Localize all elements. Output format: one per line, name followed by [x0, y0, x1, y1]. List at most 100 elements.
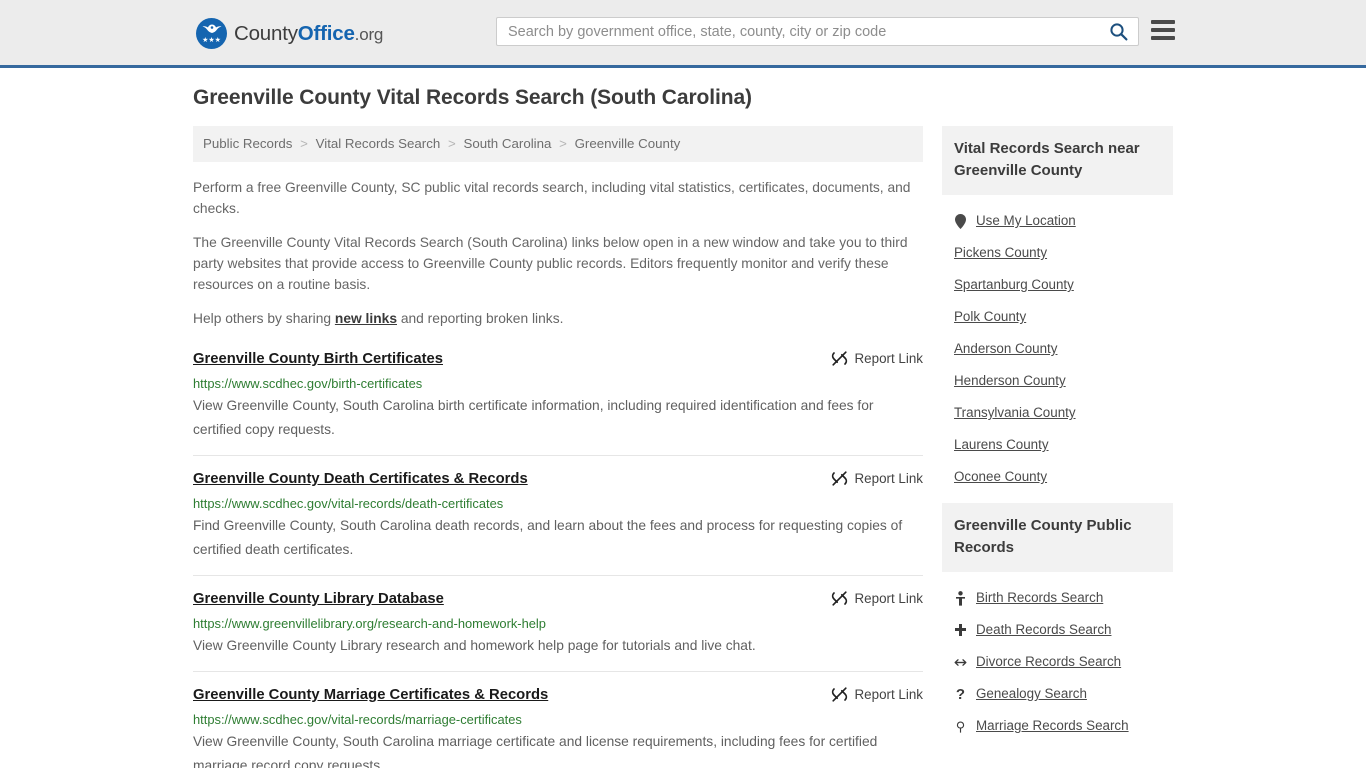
- use-my-location-row[interactable]: Use My Location: [942, 205, 1173, 237]
- broken-link-icon: [831, 591, 847, 606]
- result-title-link[interactable]: Greenville County Death Certificates & R…: [193, 469, 528, 489]
- eagle-seal-icon: ★★★: [196, 18, 227, 49]
- logo-text-county: County: [234, 21, 298, 45]
- nearby-county-link[interactable]: Oconee County: [954, 468, 1047, 486]
- result-item: Greenville County Death Certificates & R…: [193, 455, 923, 575]
- cross-icon: [954, 623, 967, 637]
- breadcrumb-item-3[interactable]: Greenville County: [575, 136, 681, 151]
- broken-link-icon: [831, 471, 847, 486]
- baby-icon: [954, 590, 967, 606]
- result-url: https://www.greenvillelibrary.org/resear…: [193, 616, 546, 631]
- result-item: Greenville County Birth Certificates Repo…: [193, 345, 923, 455]
- eagle-glyph: [202, 24, 221, 33]
- site-logo-text: CountyOffice.org: [234, 22, 383, 46]
- nearby-county-link[interactable]: Polk County: [954, 308, 1026, 326]
- nearby-county-link[interactable]: Henderson County: [954, 372, 1066, 390]
- question-mark-icon: ?: [955, 685, 966, 703]
- double-arrow-icon: [954, 657, 967, 668]
- broken-link-icon: [831, 351, 847, 366]
- nearby-county-row[interactable]: Henderson County: [942, 365, 1173, 397]
- result-title-link[interactable]: Greenville County Library Database: [193, 589, 444, 609]
- result-description: View Greenville County, South Carolina b…: [193, 398, 874, 437]
- report-link-button[interactable]: Report Link: [831, 469, 923, 487]
- site-logo[interactable]: ★★★ CountyOffice.org: [196, 18, 383, 49]
- hamburger-menu-icon[interactable]: [1151, 20, 1175, 40]
- result-description: Find Greenville County, South Carolina d…: [193, 518, 903, 557]
- report-link-label: Report Link: [854, 591, 923, 606]
- sidebar: Vital Records Search near Greenville Cou…: [942, 126, 1173, 752]
- nearby-county-link[interactable]: Transylvania County: [954, 404, 1076, 422]
- public-records-link[interactable]: Marriage Records Search: [976, 717, 1129, 735]
- gender-symbols-icon: ⚲: [955, 718, 966, 734]
- intro-paragraph-1: Perform a free Greenville County, SC pub…: [193, 180, 911, 216]
- nearby-searches-card: Vital Records Search near Greenville Cou…: [942, 126, 1173, 493]
- result-header: Greenville County Birth Certificates Repo…: [193, 349, 923, 369]
- result-item: Greenville County Marriage Certificates …: [193, 671, 923, 768]
- intro-p3-after: and reporting broken links.: [397, 311, 564, 326]
- search-button[interactable]: [1098, 18, 1138, 45]
- results-list: Greenville County Birth Certificates Repo…: [193, 345, 923, 768]
- nearby-county-row[interactable]: Laurens County: [942, 429, 1173, 461]
- nearby-county-link[interactable]: Laurens County: [954, 436, 1049, 454]
- nearby-county-row[interactable]: Anderson County: [942, 333, 1173, 365]
- report-link-button[interactable]: Report Link: [831, 685, 923, 703]
- stars-glyph: ★★★: [202, 37, 221, 44]
- nearby-counties-list: Pickens County Spartanburg County Polk Cou…: [942, 237, 1173, 493]
- result-header: Greenville County Death Certificates & R…: [193, 469, 923, 489]
- breadcrumb-item-2[interactable]: South Carolina: [463, 136, 551, 151]
- page-title: Greenville County Vital Records Search (…: [193, 86, 752, 109]
- report-link-label: Report Link: [854, 687, 923, 702]
- nearby-county-row[interactable]: Transylvania County: [942, 397, 1173, 429]
- breadcrumb: Public Records > Vital Records Search > …: [193, 126, 923, 162]
- public-records-link[interactable]: Death Records Search: [976, 621, 1111, 639]
- breadcrumb-item-0[interactable]: Public Records: [203, 136, 292, 151]
- intro-paragraph-2: The Greenville County Vital Records Sear…: [193, 235, 908, 292]
- intro-p3-before: Help others by sharing: [193, 311, 335, 326]
- search-input[interactable]: [497, 18, 1098, 45]
- site-header: ★★★ CountyOffice.org: [0, 0, 1366, 68]
- new-links-link[interactable]: new links: [335, 311, 397, 326]
- result-url: https://www.scdhec.gov/vital-records/mar…: [193, 712, 522, 727]
- nearby-county-link[interactable]: Anderson County: [954, 340, 1057, 358]
- main-column: Public Records > Vital Records Search > …: [193, 126, 923, 768]
- result-url: https://www.scdhec.gov/birth-certificate…: [193, 376, 423, 391]
- use-my-location-link[interactable]: Use My Location: [976, 212, 1076, 230]
- result-header: Greenville County Library Database Report…: [193, 589, 923, 609]
- nearby-searches-body: Use My Location Pickens County Spartanbur…: [942, 195, 1173, 493]
- logo-text-org: .org: [354, 24, 384, 44]
- breadcrumb-item-1[interactable]: Vital Records Search: [316, 136, 441, 151]
- nearby-county-link[interactable]: Spartanburg County: [954, 276, 1074, 294]
- public-records-row[interactable]: Divorce Records Search: [942, 646, 1173, 678]
- public-records-row[interactable]: Birth Records Search: [942, 582, 1173, 614]
- breadcrumb-separator-1: >: [447, 136, 456, 151]
- public-records-row[interactable]: ⚲ Marriage Records Search: [942, 710, 1173, 742]
- nearby-county-link[interactable]: Pickens County: [954, 244, 1047, 262]
- search-bar[interactable]: [496, 17, 1139, 46]
- hamburger-bar-2: [1151, 28, 1175, 32]
- map-pin-icon: [954, 213, 967, 229]
- public-records-link[interactable]: Divorce Records Search: [976, 653, 1121, 671]
- result-header: Greenville County Marriage Certificates …: [193, 685, 923, 705]
- result-url: https://www.scdhec.gov/vital-records/dea…: [193, 496, 504, 511]
- logo-text-office: Office: [297, 21, 355, 45]
- search-icon: [1109, 23, 1127, 41]
- result-description: View Greenville County Library research …: [193, 638, 756, 653]
- report-link-button[interactable]: Report Link: [831, 589, 923, 607]
- nearby-county-row[interactable]: Polk County: [942, 301, 1173, 333]
- nearby-county-row[interactable]: Oconee County: [942, 461, 1173, 493]
- report-link-label: Report Link: [854, 351, 923, 366]
- public-records-link[interactable]: Genealogy Search: [976, 685, 1087, 703]
- report-link-button[interactable]: Report Link: [831, 349, 923, 367]
- public-records-card: Greenville County Public Records Birth R…: [942, 503, 1173, 742]
- public-records-link[interactable]: Birth Records Search: [976, 589, 1103, 607]
- nearby-county-row[interactable]: Spartanburg County: [942, 269, 1173, 301]
- public-records-row[interactable]: ? Genealogy Search: [942, 678, 1173, 710]
- hamburger-bar-1: [1151, 20, 1175, 24]
- result-title-link[interactable]: Greenville County Marriage Certificates …: [193, 685, 548, 705]
- public-records-row[interactable]: Death Records Search: [942, 614, 1173, 646]
- breadcrumb-separator-0: >: [300, 136, 308, 151]
- result-title-link[interactable]: Greenville County Birth Certificates: [193, 349, 443, 369]
- report-link-label: Report Link: [854, 471, 923, 486]
- intro-text: Perform a free Greenville County, SC pub…: [193, 177, 923, 329]
- nearby-county-row[interactable]: Pickens County: [942, 237, 1173, 269]
